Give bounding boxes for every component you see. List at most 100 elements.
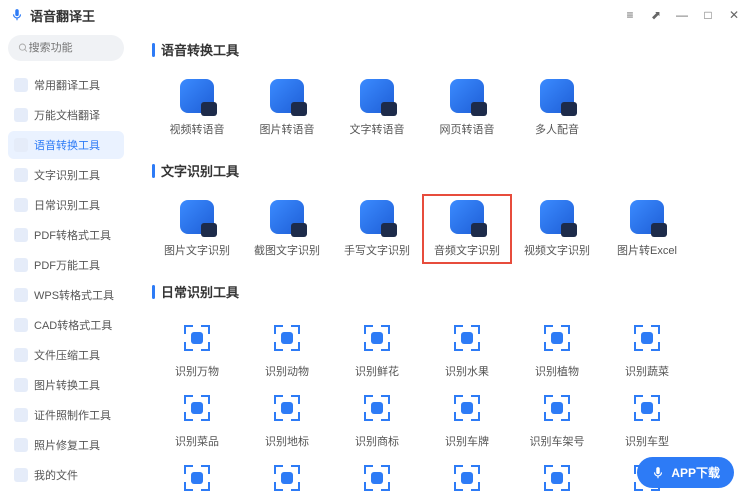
tool-item[interactable]: 识别车型: [602, 385, 692, 455]
tool-item[interactable]: 图片文字识别: [152, 194, 242, 264]
sidebar-label: 语音转换工具: [34, 137, 100, 153]
tool-label: 手写文字识别: [344, 242, 410, 258]
tool-item[interactable]: 音频文字识别: [422, 194, 512, 264]
tool-item[interactable]: 文字转语音: [332, 73, 422, 143]
tool-icon: [180, 200, 214, 234]
sidebar-label: 日常识别工具: [34, 197, 100, 213]
tool-label: 网页转语音: [440, 121, 495, 137]
tool-label: 识别地标: [265, 433, 309, 449]
search-input[interactable]: [29, 42, 114, 54]
sidebar-label: 证件照制作工具: [34, 407, 111, 423]
tool-item[interactable]: [152, 455, 242, 500]
tool-item[interactable]: 识别水果: [422, 315, 512, 385]
tool-item[interactable]: 视频转语音: [152, 73, 242, 143]
sidebar-label: 万能文档翻译: [34, 107, 100, 123]
tool-item[interactable]: 截图文字识别: [242, 194, 332, 264]
scan-icon: [180, 391, 214, 425]
tool-item[interactable]: [512, 455, 602, 500]
tool-item[interactable]: 识别车牌: [422, 385, 512, 455]
tool-item[interactable]: 识别蔬菜: [602, 315, 692, 385]
sidebar-label: PDF万能工具: [34, 257, 100, 273]
tool-label: 多人配音: [535, 121, 579, 137]
external-icon[interactable]: ⬈: [650, 9, 662, 21]
sidebar-icon: [14, 108, 28, 122]
scan-icon: [180, 461, 214, 495]
tool-label: 文字转语音: [350, 121, 405, 137]
sidebar-item[interactable]: 照片修复工具: [8, 431, 124, 459]
tool-item[interactable]: 识别动物: [242, 315, 332, 385]
tool-label: 视频文字识别: [524, 242, 590, 258]
sidebar-label: 文字识别工具: [34, 167, 100, 183]
tool-item[interactable]: 识别植物: [512, 315, 602, 385]
tool-label: 图片转语音: [260, 121, 315, 137]
scan-icon: [630, 391, 664, 425]
tool-item[interactable]: 识别菜品: [152, 385, 242, 455]
maximize-button[interactable]: □: [702, 9, 714, 21]
close-button[interactable]: ✕: [728, 9, 740, 21]
minimize-button[interactable]: —: [676, 9, 688, 21]
sidebar-item[interactable]: 万能文档翻译: [8, 101, 124, 129]
sidebar-icon: [14, 228, 28, 242]
tool-item[interactable]: [422, 455, 512, 500]
tool-icon: [360, 79, 394, 113]
tool-item[interactable]: [332, 455, 422, 500]
tool-item[interactable]: 识别万物: [152, 315, 242, 385]
sidebar-label: 我的文件: [34, 467, 78, 483]
tool-icon: [630, 200, 664, 234]
sidebar-item[interactable]: WPS转格式工具: [8, 281, 124, 309]
tool-item[interactable]: 识别车架号: [512, 385, 602, 455]
sidebar-item[interactable]: PDF转格式工具: [8, 221, 124, 249]
tool-item[interactable]: 识别商标: [332, 385, 422, 455]
download-label: APP下载: [671, 464, 720, 481]
menu-icon[interactable]: ≡: [624, 9, 636, 21]
tool-item[interactable]: [242, 455, 332, 500]
sidebar-item[interactable]: CAD转格式工具: [8, 311, 124, 339]
tool-label: 音频文字识别: [434, 242, 500, 258]
sidebar-item[interactable]: 常用翻译工具: [8, 71, 124, 99]
scan-icon: [450, 461, 484, 495]
tool-icon: [540, 200, 574, 234]
sidebar-item[interactable]: PDF万能工具: [8, 251, 124, 279]
scan-icon: [180, 321, 214, 355]
tool-icon: [360, 200, 394, 234]
tool-label: 图片转Excel: [617, 242, 677, 258]
sidebar-item[interactable]: 图片转换工具: [8, 371, 124, 399]
sidebar-icon: [14, 438, 28, 452]
tool-item[interactable]: 识别鲜花: [332, 315, 422, 385]
sidebar-item[interactable]: 日常识别工具: [8, 191, 124, 219]
sidebar-item[interactable]: 我的文件: [8, 461, 124, 489]
mic-icon: [10, 8, 24, 22]
main-content: 语音转换工具视频转语音图片转语音文字转语音网页转语音多人配音文字识别工具图片文字…: [132, 30, 750, 500]
sidebar-item[interactable]: 文字识别工具: [8, 161, 124, 189]
sidebar-item[interactable]: 证件照制作工具: [8, 401, 124, 429]
tool-item[interactable]: 识别地标: [242, 385, 332, 455]
sidebar-item[interactable]: 文件压缩工具: [8, 341, 124, 369]
tool-label: 识别万物: [175, 363, 219, 379]
scan-icon: [270, 461, 304, 495]
section-title: 语音转换工具: [161, 40, 239, 59]
tool-icon: [450, 79, 484, 113]
tool-icon: [540, 79, 574, 113]
sidebar-label: 照片修复工具: [34, 437, 100, 453]
tool-label: 截图文字识别: [254, 242, 320, 258]
tool-item[interactable]: 网页转语音: [422, 73, 512, 143]
sidebar-label: 图片转换工具: [34, 377, 100, 393]
sidebar-item[interactable]: 语音转换工具: [8, 131, 124, 159]
tool-item[interactable]: 图片转Excel: [602, 194, 692, 264]
sidebar-icon: [14, 408, 28, 422]
tool-item[interactable]: 视频文字识别: [512, 194, 602, 264]
search-icon: [18, 42, 29, 54]
search-box[interactable]: [8, 35, 124, 61]
scan-icon: [540, 321, 574, 355]
scan-icon: [630, 321, 664, 355]
tool-item[interactable]: 手写文字识别: [332, 194, 422, 264]
scan-icon: [360, 391, 394, 425]
tool-label: 识别菜品: [175, 433, 219, 449]
tool-item[interactable]: 图片转语音: [242, 73, 332, 143]
tool-label: 视频转语音: [170, 121, 225, 137]
scan-icon: [270, 321, 304, 355]
tool-label: 识别鲜花: [355, 363, 399, 379]
tool-label: 识别车架号: [530, 433, 585, 449]
tool-item[interactable]: 多人配音: [512, 73, 602, 143]
app-download-button[interactable]: APP下载: [637, 457, 734, 488]
